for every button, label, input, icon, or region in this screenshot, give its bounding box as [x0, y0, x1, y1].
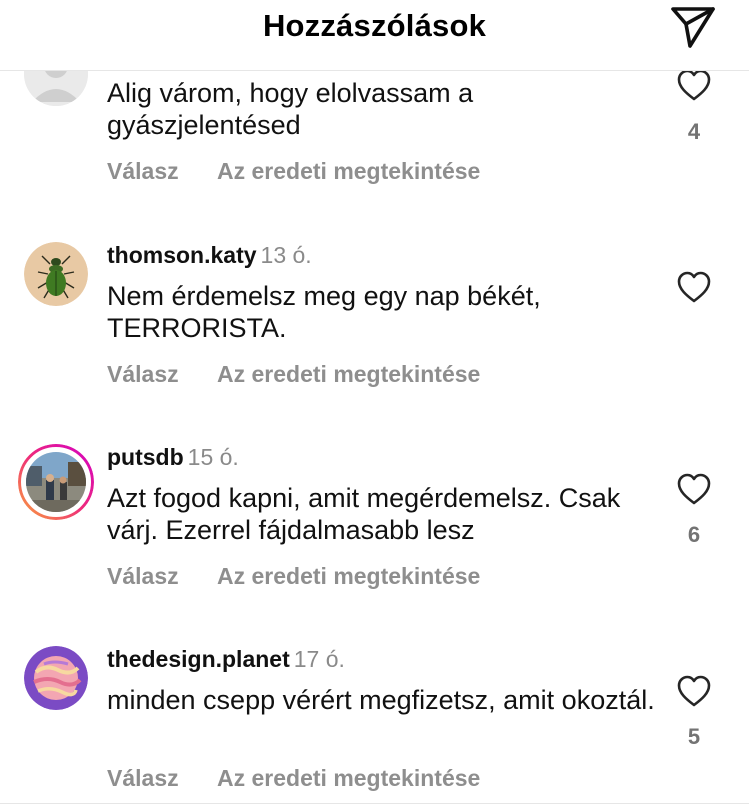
comment-time: 17 ó. [293, 646, 345, 672]
username[interactable]: thomson.katy [107, 242, 257, 268]
like-count: 6 [687, 522, 701, 547]
reply-button[interactable]: Válasz [107, 158, 179, 184]
planet-avatar-icon[interactable] [24, 646, 88, 710]
comment-meta: thedesign.planet 17 ó. [107, 646, 345, 673]
paper-plane-icon [671, 7, 715, 48]
like-button[interactable] [676, 472, 712, 506]
comments-header: Hozzászólások [0, 0, 749, 71]
view-original-button[interactable]: Az eredeti megtekintése [217, 361, 480, 387]
comment-item: thomson.katy 13 ó. Nem érdemelsz meg egy … [0, 230, 749, 410]
view-original-button[interactable]: Az eredeti megtekintése [217, 765, 480, 791]
comment-actions: Válasz Az eredeti megtekintése [107, 361, 480, 388]
like-count: 4 [687, 119, 701, 144]
comment-meta: thomson.katy 13 ó. [107, 242, 312, 269]
reply-button[interactable]: Válasz [107, 563, 179, 589]
comment-actions: Válasz Az eredeti megtekintése [107, 158, 480, 185]
comment-text: Nem érdemelsz meg egy nap békét, TERRORI… [107, 281, 541, 343]
heart-icon [677, 69, 711, 101]
like-button[interactable] [676, 270, 712, 304]
comment-text: minden csepp vérért megfizetsz, amit oko… [107, 685, 655, 715]
comment-item: thedesign.planet 17 ó. minden csepp vérér… [0, 634, 749, 804]
reply-button[interactable]: Válasz [107, 765, 179, 791]
like-count: 5 [687, 724, 701, 749]
heart-icon [677, 675, 711, 707]
like-button[interactable] [676, 68, 712, 102]
story-ring-avatar-icon[interactable] [18, 444, 94, 520]
comment-actions: Válasz Az eredeti megtekintése [107, 765, 480, 792]
page-title: Hozzászólások [262, 8, 487, 43]
like-button[interactable] [676, 674, 712, 708]
share-button[interactable] [668, 4, 720, 48]
heart-icon [677, 473, 711, 505]
comment-meta: putsdb 15 ó. [107, 444, 239, 471]
comment-item: putsdb 15 ó. Azt fogod kapni, amit megérd… [0, 432, 749, 612]
reply-button[interactable]: Válasz [107, 361, 179, 387]
comment-time: 15 ó. [187, 444, 239, 470]
comment-actions: Válasz Az eredeti megtekintése [107, 563, 480, 590]
username[interactable]: thedesign.planet [107, 646, 290, 672]
comment-text: Azt fogod kapni, amit megérdemelsz. Csak… [107, 483, 621, 545]
view-original-button[interactable]: Az eredeti megtekintése [217, 563, 480, 589]
username[interactable]: putsdb [107, 444, 184, 470]
view-original-button[interactable]: Az eredeti megtekintése [217, 158, 480, 184]
bottom-divider [0, 803, 749, 804]
beetle-avatar-icon[interactable] [24, 242, 88, 306]
comment-text: Alig várom, hogy elolvassam a gyászjelen… [107, 78, 474, 140]
heart-icon [677, 271, 711, 303]
comment-time: 13 ó. [260, 242, 312, 268]
